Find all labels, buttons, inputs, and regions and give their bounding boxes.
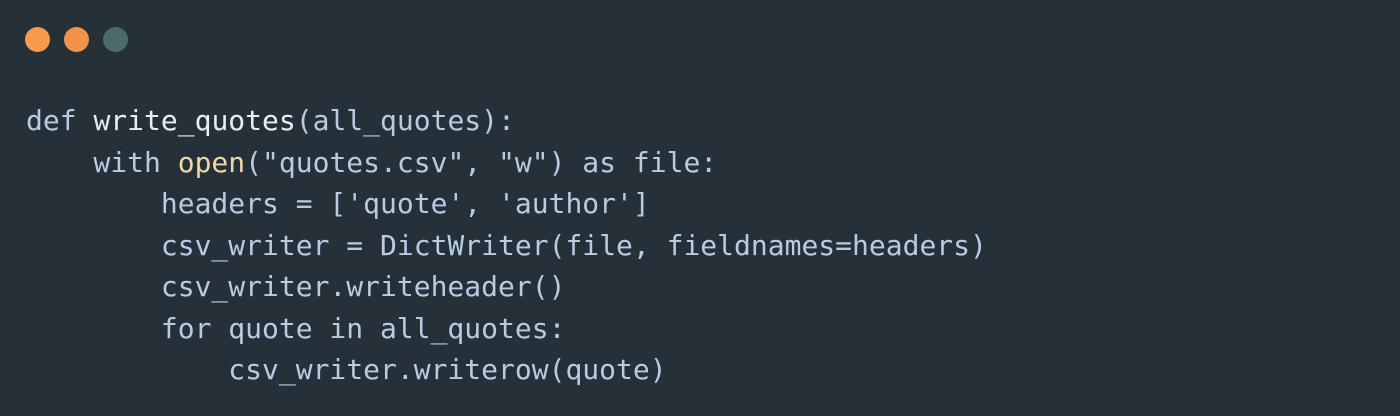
code-token: headers = ['quote', 'author']: [26, 187, 650, 220]
code-token: csv_writer.writerow(quote): [26, 353, 667, 386]
code-window: def write_quotes(all_quotes): with open(…: [0, 0, 1400, 416]
code-token: csv_writer = DictWriter(file, fieldnames…: [26, 228, 987, 262]
minimize-button[interactable]: [64, 27, 89, 52]
code-block: def write_quotes(all_quotes): with open(…: [26, 100, 987, 391]
code-line: for quote in all_quotes:: [26, 308, 987, 350]
code-line: with open("quotes.csv", "w") as file:: [26, 142, 987, 184]
window-controls: [25, 27, 128, 52]
close-button[interactable]: [25, 27, 50, 52]
code-line: csv_writer.writerow(quote): [26, 349, 987, 391]
code-line: csv_writer = DictWriter(file, fieldnames…: [26, 225, 987, 267]
code-line: headers = ['quote', 'author']: [26, 183, 987, 225]
code-token: ("quotes.csv", "w") as file:: [245, 145, 718, 179]
code-line: def write_quotes(all_quotes):: [26, 100, 987, 142]
maximize-button[interactable]: [103, 27, 128, 52]
code-token: def: [26, 104, 94, 137]
code-token: for quote in all_quotes:: [26, 311, 566, 345]
code-token: with: [26, 145, 178, 179]
code-token: (all_quotes):: [295, 104, 515, 137]
code-token: csv_writer.writeheader(): [26, 270, 566, 303]
code-token: open: [177, 145, 246, 179]
code-token: write_quotes: [93, 104, 296, 137]
code-line: csv_writer.writeheader(): [26, 266, 987, 308]
